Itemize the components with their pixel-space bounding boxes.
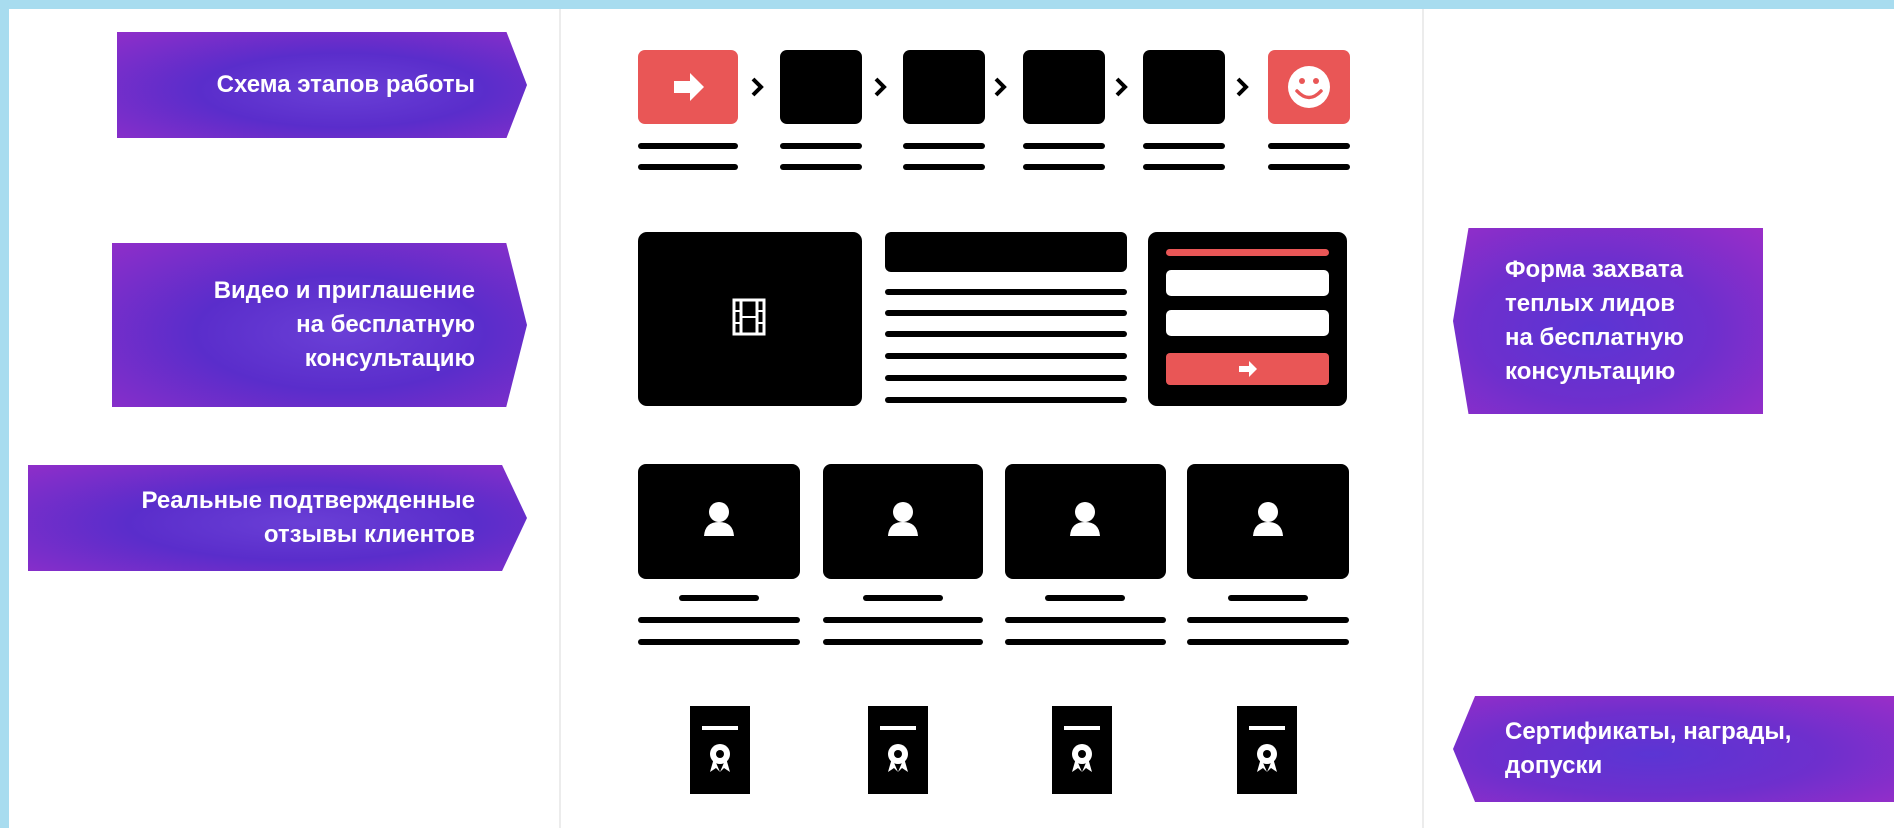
stage-block-1 (780, 50, 862, 124)
invitation-text-line (885, 289, 1127, 295)
stage-end-block (1268, 50, 1350, 124)
certificate-card (1052, 706, 1112, 794)
award-icon (880, 726, 916, 772)
label-reviews: Реальные подтвержденные отзывы клиентов (28, 465, 527, 571)
stage-block-2 (903, 50, 985, 124)
frame-top-border (0, 0, 1894, 9)
review-card (638, 464, 800, 579)
label-lead-form: Форма захвата теплых лидов на бесплатную… (1453, 228, 1763, 414)
film-icon (732, 298, 766, 336)
label-reviews-text: Реальные подтвержденные отзывы клиентов (141, 487, 475, 548)
invitation-heading-block (885, 232, 1127, 272)
stage-block-4 (1143, 50, 1225, 124)
person-icon (888, 502, 918, 536)
stage-caption-line (1268, 164, 1350, 170)
lead-form-field (1166, 310, 1329, 336)
label-stages-text: Схема этапов работы (216, 71, 475, 98)
review-text-line (1005, 639, 1166, 645)
frame-left-border (0, 0, 9, 828)
lead-form-top-stripe (1166, 249, 1329, 256)
stage-caption-line (903, 143, 985, 149)
stage-caption-line (1023, 143, 1105, 149)
stage-caption-line (1143, 143, 1225, 149)
review-name-line (679, 595, 759, 601)
stage-caption-line (903, 164, 985, 170)
stage-caption-line (638, 164, 738, 170)
stage-caption-line (780, 164, 862, 170)
label-video-text: Видео и приглашение на бесплатную консул… (213, 277, 475, 372)
stage-block-3 (1023, 50, 1105, 124)
chevron-right-icon (994, 77, 1007, 97)
review-text-line (1187, 617, 1349, 623)
stage-caption-line (1023, 164, 1105, 170)
chevron-right-icon (1115, 77, 1128, 97)
arrow-right-icon (1239, 361, 1257, 377)
label-stages: Схема этапов работы (117, 32, 527, 138)
certificate-card (690, 706, 750, 794)
label-video: Видео и приглашение на бесплатную консул… (112, 243, 527, 407)
lead-form-submit (1166, 353, 1329, 385)
review-name-line (863, 595, 943, 601)
review-name-line (1228, 595, 1308, 601)
stage-caption-line (780, 143, 862, 149)
person-icon (1253, 502, 1283, 536)
review-card (823, 464, 983, 579)
stage-start-block (638, 50, 738, 124)
invitation-text-line (885, 353, 1127, 359)
chevron-right-icon (751, 77, 764, 97)
stage-caption-line (638, 143, 738, 149)
video-block (638, 232, 862, 406)
invitation-text-line (885, 375, 1127, 381)
review-text-line (1005, 617, 1166, 623)
invitation-text-line (885, 331, 1127, 337)
chevron-right-icon (1236, 77, 1249, 97)
review-card (1005, 464, 1166, 579)
invitation-text-line (885, 310, 1127, 316)
label-certificates: Сертификаты, награды, допуски (1453, 696, 1894, 802)
award-icon (1064, 726, 1100, 772)
person-icon (1070, 502, 1100, 536)
chevron-right-icon (874, 77, 887, 97)
arrow-right-icon (674, 73, 704, 101)
lead-form-field (1166, 270, 1329, 296)
review-text-line (823, 639, 983, 645)
person-icon (704, 502, 734, 536)
review-text-line (638, 639, 800, 645)
certificate-card (1237, 706, 1297, 794)
smiley-icon (1288, 66, 1330, 108)
review-text-line (823, 617, 983, 623)
review-name-line (1045, 595, 1125, 601)
award-icon (1249, 726, 1285, 772)
stage-caption-line (1268, 143, 1350, 149)
column-divider-right (1422, 9, 1424, 828)
invitation-text-line (885, 397, 1127, 403)
stage-caption-line (1143, 164, 1225, 170)
award-icon (702, 726, 738, 772)
label-certificates-text: Сертификаты, награды, допуски (1505, 718, 1792, 779)
label-lead-form-text: Форма захвата теплых лидов на бесплатную… (1505, 256, 1684, 385)
certificate-card (868, 706, 928, 794)
review-text-line (1187, 639, 1349, 645)
column-divider-left (559, 9, 561, 828)
review-card (1187, 464, 1349, 579)
review-text-line (638, 617, 800, 623)
